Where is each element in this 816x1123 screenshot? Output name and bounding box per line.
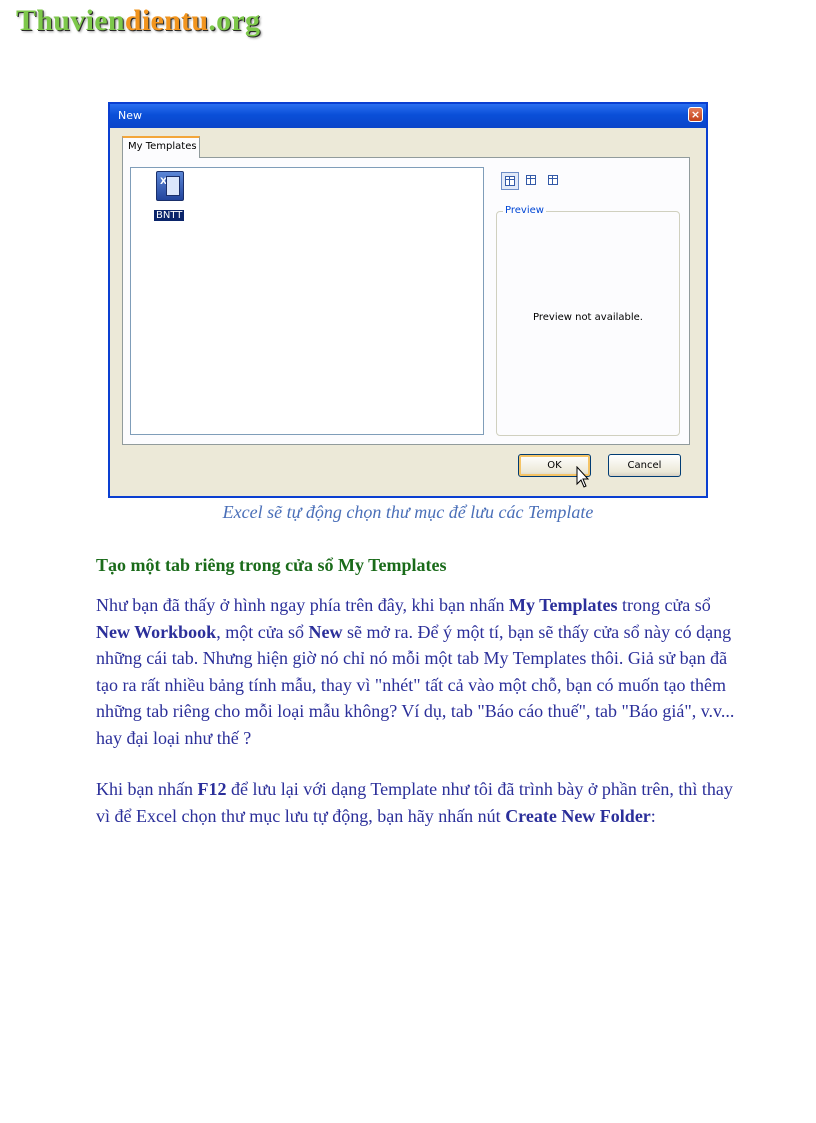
body-paragraph-1: Như bạn đã thấy ở hình ngay phía trên đâ… <box>96 592 736 751</box>
p2-bold-create-new-folder: Create New Folder <box>505 805 651 826</box>
logo-text-org: .org <box>208 4 261 37</box>
dialog-titlebar: New × <box>110 104 706 128</box>
preview-label: Preview <box>503 205 546 216</box>
p1-bold-new: New <box>308 621 343 642</box>
dialog-title: New <box>118 109 142 122</box>
sheet-graphic <box>166 176 180 196</box>
large-icons-icon[interactable] <box>501 172 519 190</box>
tab-label: My Templates <box>128 141 197 152</box>
cancel-button[interactable]: Cancel <box>608 454 681 477</box>
large-icons-glyph <box>505 176 515 186</box>
template-file-item[interactable]: X BNTT <box>153 171 193 227</box>
list-view-glyph <box>526 175 536 185</box>
p1-text-3: , một cửa sổ <box>216 621 309 642</box>
details-view-glyph <box>548 175 558 185</box>
p2-text-3: : <box>650 805 656 826</box>
template-file-list[interactable]: X BNTT <box>130 167 484 435</box>
section-heading: Tạo một tab riêng trong cửa sổ My Templa… <box>96 555 447 575</box>
logo-text-dientu: dientu <box>124 4 209 37</box>
mouse-cursor-icon <box>576 466 590 488</box>
p1-text-1: Như bạn đã thấy ở hình ngay phía trên đâ… <box>96 595 510 615</box>
preview-group: Preview Preview not available. <box>496 205 680 436</box>
close-icon[interactable]: × <box>688 107 703 122</box>
excel-template-icon: X <box>156 171 184 201</box>
logo-text-thuvien: Thuvien <box>16 4 125 37</box>
new-dialog-screenshot: New × My Templates X BNTT Preview Previe… <box>108 102 708 498</box>
preview-message: Preview not available. <box>533 312 643 323</box>
p1-bold-my-templates: My Templates <box>509 595 618 615</box>
template-file-label: BNTT <box>154 210 185 221</box>
tab-panel: X BNTT Preview Preview not available. <box>122 157 690 445</box>
p2-bold-f12: F12 <box>197 779 227 799</box>
p2-text-1: Khi bạn nhấn <box>96 779 198 799</box>
figure-caption: Excel sẽ tự động chọn thư mục để lưu các… <box>222 502 594 522</box>
site-logo: Thuviendientu.org <box>16 4 260 38</box>
p1-bold-new-workbook: New Workbook <box>96 621 217 642</box>
details-view-icon[interactable] <box>545 172 563 190</box>
body-paragraph-2: Khi bạn nhấn F12 để lưu lại với dạng Tem… <box>96 776 736 829</box>
tab-my-templates[interactable]: My Templates <box>122 136 200 158</box>
list-view-icon[interactable] <box>523 172 541 190</box>
p1-text-2: trong cửa sổ <box>617 595 711 615</box>
